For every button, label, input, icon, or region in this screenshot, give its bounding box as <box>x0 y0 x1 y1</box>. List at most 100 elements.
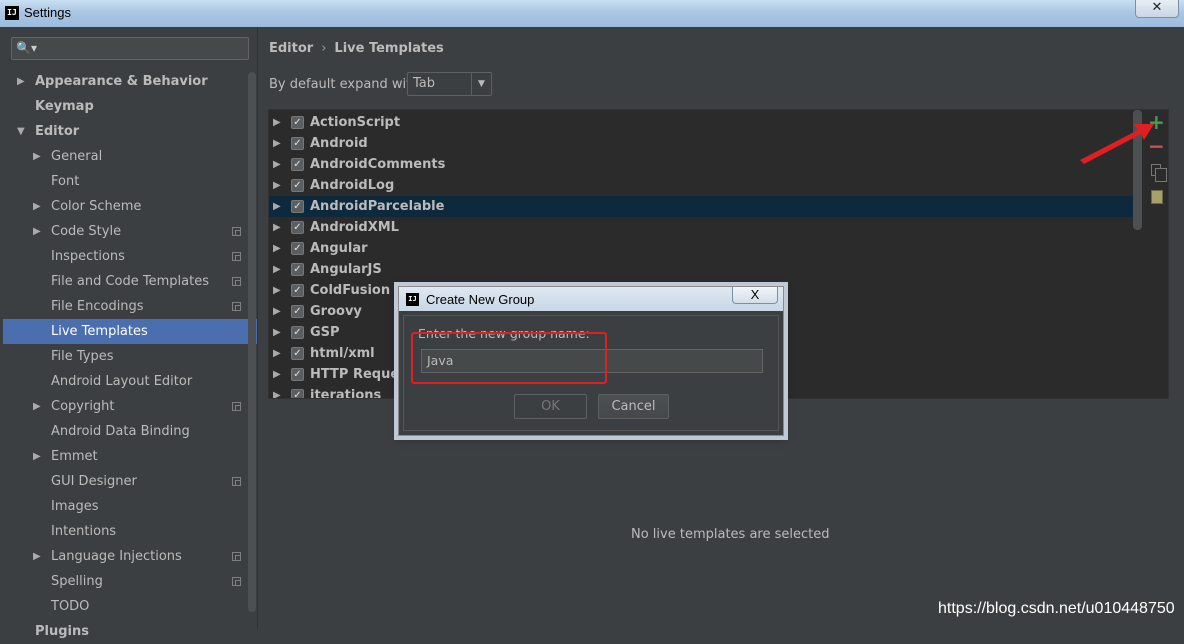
template-group-row[interactable]: ▶ ✓ ActionScript <box>269 112 1135 133</box>
breadcrumb-parent[interactable]: Editor <box>269 41 313 56</box>
group-enabled-checkbox[interactable]: ✓ <box>291 263 304 276</box>
template-group-row[interactable]: ▶ ✓ AndroidComments <box>269 154 1135 175</box>
group-enabled-checkbox[interactable]: ✓ <box>291 347 304 360</box>
sidebar-item-label: File Encodings <box>51 299 144 314</box>
collapsed-arrow-icon[interactable]: ▶ <box>273 259 281 280</box>
sidebar-item[interactable]: File Encodings <box>3 294 257 319</box>
template-group-row[interactable]: ▶ ✓ AndroidLog <box>269 175 1135 196</box>
sidebar-item[interactable]: Images <box>3 494 257 519</box>
template-group-name: AndroidParcelable <box>310 199 445 214</box>
collapsed-arrow-icon[interactable]: ▶ <box>273 364 281 385</box>
collapsed-arrow-icon[interactable]: ▶ <box>273 238 281 259</box>
sidebar-item[interactable]: Live Templates <box>3 319 257 344</box>
copy-icon[interactable] <box>1151 164 1167 182</box>
sidebar-item[interactable]: TODO <box>3 594 257 619</box>
sidebar-item[interactable]: File Types <box>3 344 257 369</box>
template-group-name: AndroidLog <box>310 178 395 193</box>
sidebar-item[interactable]: Android Data Binding <box>3 419 257 444</box>
edit-note-icon[interactable] <box>1151 190 1163 204</box>
sidebar-item[interactable]: Inspections <box>3 244 257 269</box>
collapsed-arrow-icon[interactable]: ▶ <box>273 196 281 217</box>
collapsed-arrow-icon[interactable]: ▶ <box>273 175 281 196</box>
project-scope-icon <box>232 277 241 286</box>
collapsed-arrow-icon[interactable]: ▶ <box>273 343 281 364</box>
expand-with-select[interactable]: Tab ▼ <box>407 72 492 96</box>
collapsed-arrow-icon[interactable]: ▶ <box>273 154 281 175</box>
collapsed-arrow-icon[interactable]: ▶ <box>273 133 281 154</box>
group-enabled-checkbox[interactable]: ✓ <box>291 221 304 234</box>
collapsed-arrow-icon[interactable]: ▶ <box>33 194 41 219</box>
collapsed-arrow-icon[interactable]: ▶ <box>273 322 281 343</box>
sidebar-item[interactable]: ▶ Emmet <box>3 444 257 469</box>
collapsed-arrow-icon[interactable]: ▶ <box>33 544 41 569</box>
sidebar-item-label: Editor <box>35 124 80 139</box>
sidebar-item[interactable]: ▶ Appearance & Behavior <box>3 69 257 94</box>
group-enabled-checkbox[interactable]: ✓ <box>291 137 304 150</box>
group-enabled-checkbox[interactable]: ✓ <box>291 326 304 339</box>
project-scope-icon <box>232 577 241 586</box>
sidebar-item[interactable]: ▶ Copyright <box>3 394 257 419</box>
chevron-down-icon[interactable]: ▼ <box>471 73 491 95</box>
collapsed-arrow-icon[interactable]: ▶ <box>273 301 281 322</box>
settings-search-input[interactable]: 🔍▾ <box>11 37 249 60</box>
sidebar-item[interactable]: GUI Designer <box>3 469 257 494</box>
group-enabled-checkbox[interactable]: ✓ <box>291 242 304 255</box>
sidebar-item[interactable]: Keymap <box>3 94 257 119</box>
template-group-row[interactable]: ▶ ✓ AndroidXML <box>269 217 1135 238</box>
sidebar-item-label: Android Layout Editor <box>51 374 193 389</box>
window-close-button[interactable]: ✕ <box>1135 0 1179 18</box>
group-enabled-checkbox[interactable]: ✓ <box>291 305 304 318</box>
expand-with-value: Tab <box>413 76 436 91</box>
cancel-button[interactable]: Cancel <box>598 394 669 419</box>
group-enabled-checkbox[interactable]: ✓ <box>291 200 304 213</box>
sidebar-item-label: Live Templates <box>51 324 148 339</box>
group-enabled-checkbox[interactable]: ✓ <box>291 116 304 129</box>
template-group-row[interactable]: ▶ ✓ AngularJS <box>269 259 1135 280</box>
collapsed-arrow-icon[interactable]: ▶ <box>273 385 281 398</box>
collapsed-arrow-icon[interactable]: ▶ <box>273 217 281 238</box>
sidebar-item-label: Code Style <box>51 224 122 239</box>
sidebar-item[interactable]: Font <box>3 169 257 194</box>
search-icon: 🔍▾ <box>16 41 37 55</box>
group-enabled-checkbox[interactable]: ✓ <box>291 179 304 192</box>
template-group-row[interactable]: ▶ ✓ Angular <box>269 238 1135 259</box>
template-group-row[interactable]: ▶ ✓ Android <box>269 133 1135 154</box>
ok-button[interactable]: OK <box>514 394 587 419</box>
collapsed-arrow-icon[interactable]: ▶ <box>33 219 41 244</box>
sidebar-item[interactable]: Spelling <box>3 569 257 594</box>
dialog-close-button[interactable]: X <box>732 287 778 304</box>
sidebar-scrollbar[interactable] <box>248 72 256 612</box>
collapsed-arrow-icon[interactable]: ▶ <box>273 280 281 301</box>
sidebar-item-label: File and Code Templates <box>51 274 209 289</box>
group-enabled-checkbox[interactable]: ✓ <box>291 284 304 297</box>
sidebar-item[interactable]: Plugins <box>3 619 257 644</box>
sidebar-item-label: Color Scheme <box>51 199 142 214</box>
sidebar-item[interactable]: Android Layout Editor <box>3 369 257 394</box>
collapsed-arrow-icon[interactable]: ▶ <box>33 444 41 469</box>
collapsed-arrow-icon[interactable]: ▶ <box>273 112 281 133</box>
template-group-name: ColdFusion <box>310 283 391 298</box>
sidebar-item[interactable]: Intentions <box>3 519 257 544</box>
group-enabled-checkbox[interactable]: ✓ <box>291 389 304 398</box>
group-enabled-checkbox[interactable]: ✓ <box>291 158 304 171</box>
collapsed-arrow-icon[interactable]: ▶ <box>17 69 25 94</box>
annotation-highlight-box <box>411 332 607 384</box>
template-group-name: GSP <box>310 325 340 340</box>
sidebar-item[interactable]: ▶ General <box>3 144 257 169</box>
collapsed-arrow-icon[interactable]: ▶ <box>33 394 41 419</box>
group-enabled-checkbox[interactable]: ✓ <box>291 368 304 381</box>
watermark: https://blog.csdn.net/u010448750 <box>938 600 1175 617</box>
sidebar-item[interactable]: ▶ Code Style <box>3 219 257 244</box>
window-titlebar: IJ Settings ✕ <box>0 0 1184 27</box>
sidebar-item[interactable]: ▶ Color Scheme <box>3 194 257 219</box>
sidebar-item-label: Copyright <box>51 399 115 414</box>
expanded-arrow-icon[interactable]: ▼ <box>17 119 25 144</box>
sidebar-item[interactable]: File and Code Templates <box>3 269 257 294</box>
collapsed-arrow-icon[interactable]: ▶ <box>33 144 41 169</box>
template-group-name: Angular <box>310 241 368 256</box>
sidebar-item[interactable]: ▼ Editor <box>3 119 257 144</box>
template-group-row[interactable]: ▶ ✓ AndroidParcelable <box>269 196 1135 217</box>
expand-with-label: By default expand with <box>269 77 420 92</box>
sidebar-item-label: Font <box>51 174 80 189</box>
sidebar-item[interactable]: ▶ Language Injections <box>3 544 257 569</box>
